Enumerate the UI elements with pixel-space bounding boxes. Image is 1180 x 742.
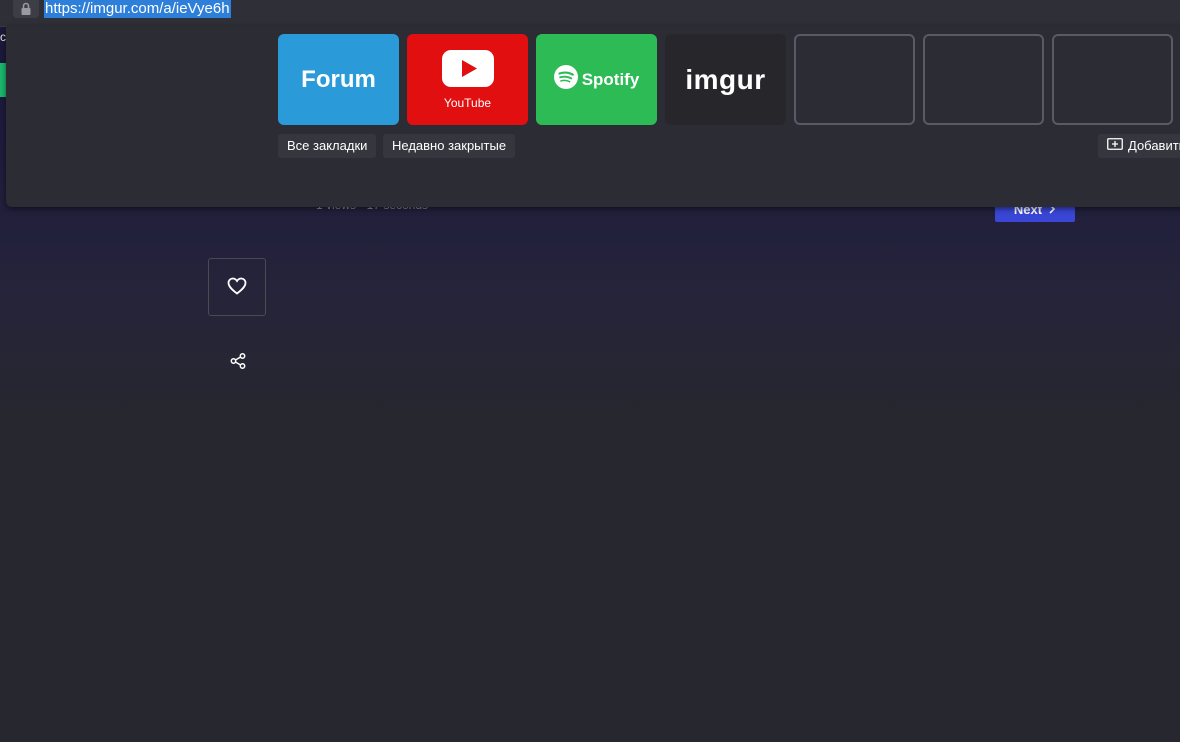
speed-dial-empty-slot[interactable]: [794, 34, 915, 125]
spotify-logo-icon: [553, 65, 578, 94]
add-bookmark-button[interactable]: Добавить: [1098, 134, 1180, 158]
youtube-label: YouTube: [443, 95, 492, 110]
spotify-label: Spotify: [581, 69, 640, 89]
address-bar: https://imgur.com/a/ieVye6h: [0, 0, 1180, 27]
speed-dial-empty-slot[interactable]: [1052, 34, 1173, 125]
recently-closed-button[interactable]: Недавно закрытые: [383, 134, 516, 158]
share-icon: [230, 352, 246, 372]
speed-dial-tile-spotify[interactable]: Spotify: [536, 34, 657, 125]
speed-dial-empty-slot[interactable]: [923, 34, 1044, 125]
speed-dial-tile-forum[interactable]: Forum: [278, 34, 399, 125]
forum-label: Forum: [301, 65, 376, 93]
heart-icon: [227, 277, 247, 298]
add-box-icon: [1107, 134, 1123, 158]
lock-icon[interactable]: [13, 0, 39, 18]
add-label: Добавить: [1128, 138, 1180, 153]
like-button[interactable]: [208, 258, 266, 316]
imgur-label: imgur: [685, 63, 766, 95]
share-button[interactable]: [226, 350, 250, 374]
speed-dial-dropdown: Forum YouTube Spotify imgur Все закладки…: [6, 26, 1180, 207]
youtube-logo-icon: [441, 49, 494, 92]
speed-dial-tile-imgur[interactable]: imgur: [665, 34, 786, 125]
all-bookmarks-button[interactable]: Все закладки: [278, 134, 377, 158]
speed-dial-tile-youtube[interactable]: YouTube: [407, 34, 528, 125]
url-field[interactable]: https://imgur.com/a/ieVye6h: [44, 0, 231, 18]
